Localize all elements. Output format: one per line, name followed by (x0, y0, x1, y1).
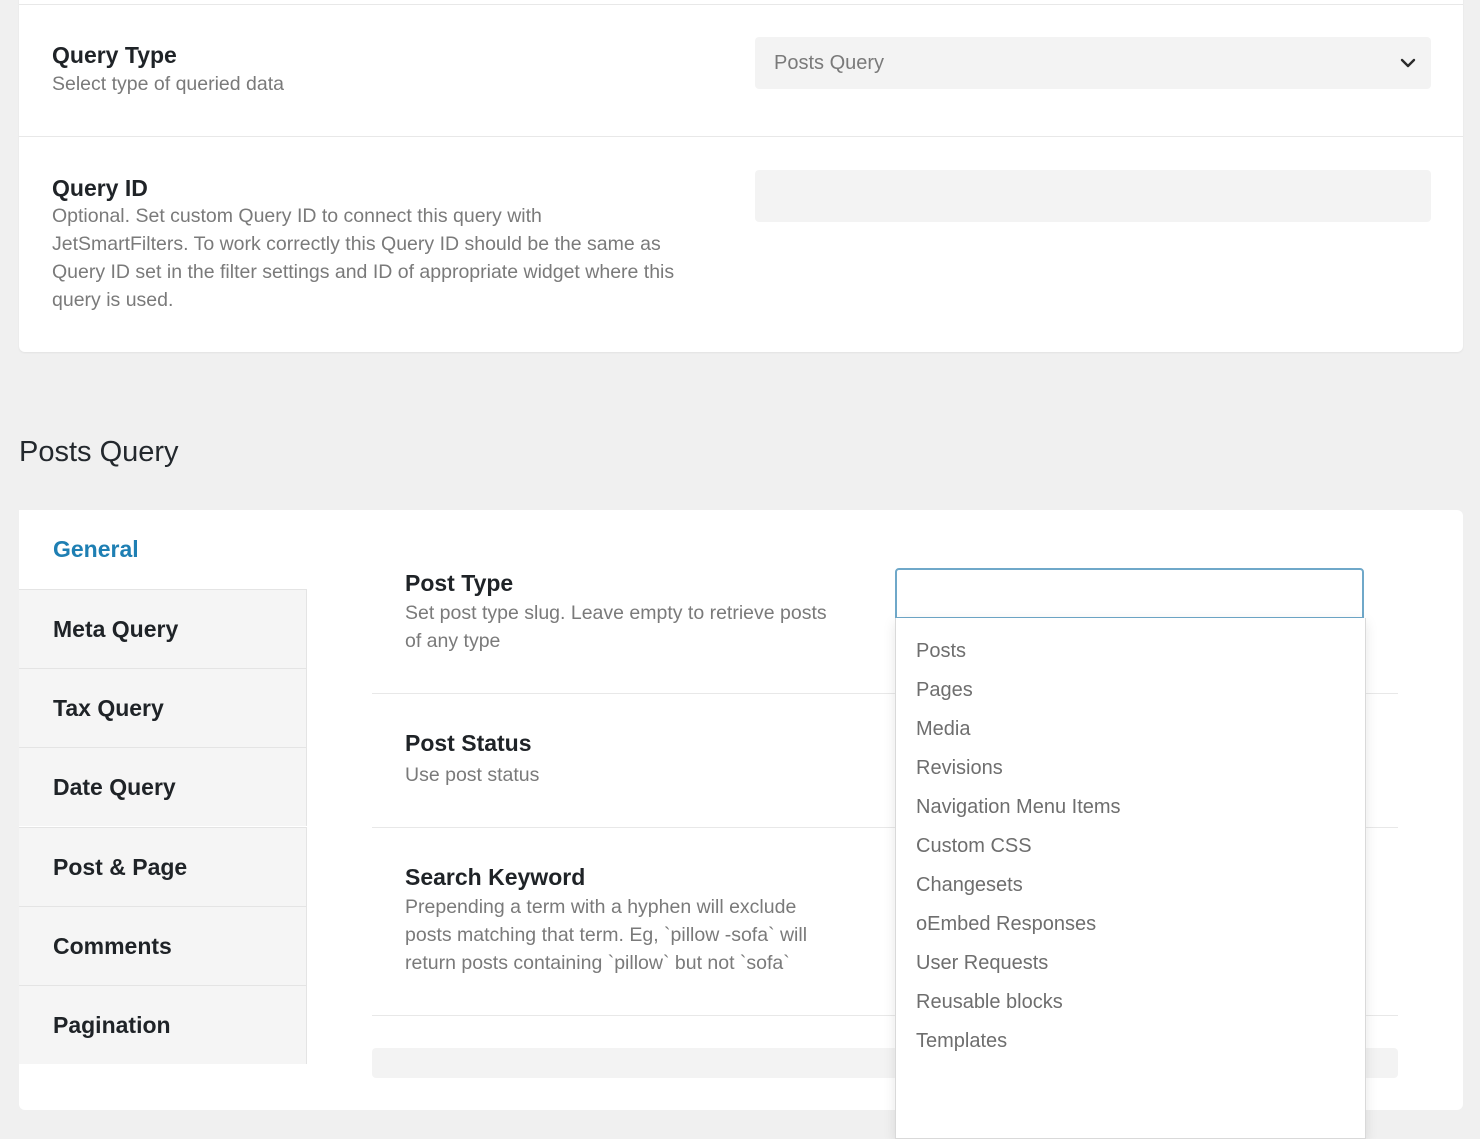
post-type-option[interactable]: Reusable blocks (916, 991, 1063, 1014)
query-type-selected-value: Posts Query (774, 52, 885, 74)
search-keyword-description-line: return posts containing `pillow` but not… (405, 952, 790, 974)
query-id-description-line: JetSmartFilters. To work correctly this … (52, 233, 661, 255)
search-keyword-description: Prepending a term with a hyphen will exc… (405, 893, 807, 977)
post-status-description: Use post status (405, 764, 540, 786)
tab-comments[interactable]: Comments (19, 906, 307, 985)
tab-post-and-page[interactable]: Post & Page (19, 827, 307, 906)
post-type-description-line: of any type (405, 630, 501, 652)
tab-tax-query[interactable]: Tax Query (19, 668, 307, 747)
posts-query-card: General Meta Query Tax Query Date Query … (19, 510, 1463, 1139)
search-keyword-label: Search Keyword (405, 864, 586, 890)
post-status-label: Post Status (405, 730, 532, 756)
tab-pagination[interactable]: Pagination (19, 985, 307, 1064)
query-id-description-line: query is used. (52, 289, 174, 311)
post-type-description: Set post type slug. Leave empty to retri… (405, 599, 827, 655)
divider (19, 4, 1463, 5)
tab-date-query[interactable]: Date Query (19, 747, 307, 826)
post-type-option[interactable]: Custom CSS (916, 835, 1032, 858)
post-type-option[interactable]: Revisions (916, 757, 1003, 780)
post-type-option[interactable]: Pages (916, 679, 973, 702)
chevron-down-icon (1400, 58, 1416, 68)
tab-meta-query[interactable]: Meta Query (19, 589, 307, 668)
query-type-select[interactable]: Posts Query (755, 37, 1431, 89)
post-type-input[interactable] (895, 568, 1364, 619)
query-settings-card: Query Type Select type of queried data P… (19, 0, 1463, 352)
post-type-label: Post Type (405, 570, 514, 596)
post-type-option[interactable]: oEmbed Responses (916, 913, 1096, 936)
post-type-description-line: Set post type slug. Leave empty to retri… (405, 602, 827, 624)
search-keyword-description-line: posts matching that term. Eg, `pillow -s… (405, 924, 808, 946)
post-type-option[interactable]: Templates (916, 1030, 1007, 1053)
query-id-description-line: Query ID set in the filter settings and … (52, 261, 675, 283)
query-id-input[interactable] (755, 170, 1431, 222)
query-id-description: Optional. Set custom Query ID to connect… (52, 202, 674, 314)
section-title: Posts Query (19, 436, 179, 468)
post-type-option[interactable]: User Requests (916, 952, 1048, 975)
query-id-label: Query ID (52, 175, 148, 201)
post-type-option[interactable]: Posts (916, 640, 966, 663)
query-type-description: Select type of queried data (52, 73, 284, 95)
post-type-option[interactable]: Changesets (916, 874, 1023, 897)
divider (19, 136, 1463, 137)
post-type-option[interactable]: Navigation Menu Items (916, 796, 1121, 819)
post-type-option[interactable]: Media (916, 718, 970, 741)
query-type-label: Query Type (52, 42, 177, 68)
tab-general[interactable]: General (19, 510, 307, 589)
query-id-description-line: Optional. Set custom Query ID to connect… (52, 205, 542, 227)
post-type-dropdown: Posts Pages Media Revisions Navigation M… (895, 618, 1366, 1139)
search-keyword-description-line: Prepending a term with a hyphen will exc… (405, 896, 797, 918)
